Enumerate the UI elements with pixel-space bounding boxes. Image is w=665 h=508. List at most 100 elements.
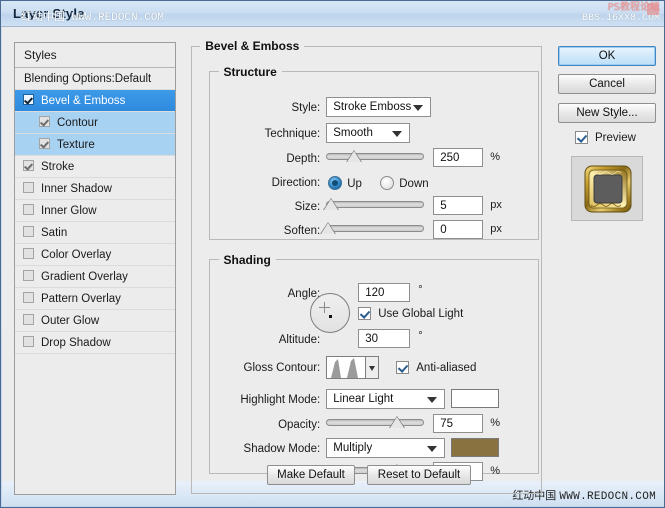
technique-dropdown-value: Smooth [333, 126, 373, 139]
checkbox-texture[interactable] [39, 138, 50, 149]
checkbox-color-overlay[interactable] [23, 248, 34, 259]
style-item-texture[interactable]: Texture [15, 134, 175, 156]
style-item-blending-options[interactable]: Blending Options:Default [15, 68, 175, 90]
shadow-mode-label: Shadow Mode: [243, 442, 321, 455]
watermark-square [647, 3, 659, 15]
checkbox-drop-shadow[interactable] [23, 336, 34, 347]
checkbox-contour[interactable] [39, 116, 50, 127]
angle-input[interactable]: 120 [358, 282, 411, 302]
style-item-stroke[interactable]: Stroke [15, 156, 175, 178]
anti-aliased-label: Anti-aliased [416, 361, 477, 374]
preview-label: Preview [595, 132, 636, 144]
chevron-down-icon [392, 130, 403, 137]
make-default-button[interactable]: Make Default [267, 465, 355, 485]
style-item-label: Satin [41, 227, 68, 239]
style-item-label: Bevel & Emboss [41, 95, 126, 107]
shadow-opacity-unit: % [490, 464, 501, 477]
anti-aliased-checkbox[interactable] [396, 360, 410, 374]
gloss-contour-preview[interactable] [326, 355, 367, 379]
shadow-color-swatch[interactable] [451, 437, 500, 457]
style-item-label: Texture [57, 139, 95, 151]
size-input[interactable]: 5 [433, 195, 484, 215]
watermark-title-cn: 红动中国 [21, 10, 65, 23]
checkbox-stroke[interactable] [23, 160, 34, 171]
preview-checkbox[interactable] [575, 131, 588, 144]
soften-slider-thumb[interactable] [320, 221, 337, 234]
dial-center-dot [329, 314, 333, 318]
direction-down-radio[interactable] [380, 175, 395, 190]
layer-style-dialog: Layer Style 红动中国 WWW.REDOCN.COM PS教程论坛 B… [0, 0, 665, 508]
highlight-opacity-slider-thumb[interactable] [389, 415, 406, 428]
bevel-emboss-legend: Bevel & Emboss [205, 39, 300, 53]
shadow-mode-dropdown[interactable]: Multiply [326, 437, 446, 458]
watermark-top-right: PS教程论坛 BBS.16XX8.COM [582, 2, 660, 24]
altitude-input[interactable]: 30 [358, 328, 411, 348]
shading-legend: Shading [223, 252, 271, 267]
size-slider-thumb[interactable] [323, 197, 340, 210]
style-item-gradient-overlay[interactable]: Gradient Overlay [15, 266, 175, 288]
checkbox-pattern-overlay[interactable] [23, 292, 34, 303]
highlight-color-swatch[interactable] [451, 388, 500, 408]
soften-slider-track[interactable] [326, 224, 425, 232]
style-item-bevel-emboss[interactable]: Bevel & Emboss [15, 90, 175, 112]
style-item-inner-shadow[interactable]: Inner Shadow [15, 178, 175, 200]
soften-unit: px [490, 222, 502, 235]
highlight-mode-dropdown[interactable]: Linear Light [326, 388, 446, 409]
new-style-button[interactable]: New Style... [558, 103, 656, 123]
style-item-satin[interactable]: Satin [15, 222, 175, 244]
checkbox-satin[interactable] [23, 226, 34, 237]
use-global-light-checkbox[interactable] [358, 306, 372, 320]
technique-label: Technique: [264, 127, 321, 140]
style-item-label: Drop Shadow [41, 337, 111, 349]
bevel-emboss-panel: Bevel & Emboss Structure Style: Stroke E… [191, 39, 542, 494]
depth-input[interactable]: 250 [433, 147, 484, 167]
preview-gold-frame-icon [584, 165, 632, 213]
direction-up-radio[interactable] [328, 175, 343, 190]
style-item-pattern-overlay[interactable]: Pattern Overlay [15, 288, 175, 310]
highlight-opacity-slider-track[interactable] [326, 418, 425, 426]
checkbox-inner-glow[interactable] [23, 204, 34, 215]
gloss-contour-dropdown-button[interactable] [366, 355, 380, 379]
crosshair-icon [319, 301, 331, 313]
checkbox-inner-shadow[interactable] [23, 182, 34, 193]
depth-unit: % [490, 150, 501, 163]
style-item-label: Pattern Overlay [41, 293, 121, 305]
angle-dial[interactable] [310, 292, 351, 333]
highlight-mode-label: Highlight Mode: [240, 393, 321, 406]
style-dropdown-value: Stroke Emboss [333, 100, 412, 113]
ok-button-label: OK [598, 50, 616, 62]
ok-button[interactable]: OK [558, 46, 656, 66]
new-style-button-label: New Style... [576, 107, 638, 119]
highlight-opacity-label: Opacity: [278, 418, 321, 431]
soften-input[interactable]: 0 [433, 219, 484, 239]
depth-label: Depth: [286, 152, 321, 165]
style-item-color-overlay[interactable]: Color Overlay [15, 244, 175, 266]
highlight-opacity-unit: % [490, 416, 501, 429]
depth-slider-track[interactable] [326, 152, 425, 160]
highlight-opacity-input[interactable]: 75 [433, 413, 484, 433]
make-default-label: Make Default [277, 469, 345, 481]
checkbox-gradient-overlay[interactable] [23, 270, 34, 281]
style-item-label: Stroke [41, 161, 75, 173]
style-item-label: Inner Glow [41, 205, 97, 217]
size-slider-track[interactable] [326, 200, 425, 208]
style-item-inner-glow[interactable]: Inner Glow [15, 200, 175, 222]
angle-label: Angle: [287, 287, 321, 300]
style-item-label: Contour [57, 117, 98, 129]
style-item-label: Color Overlay [41, 249, 112, 261]
style-item-contour[interactable]: Contour [15, 112, 175, 134]
checkbox-bevel-emboss[interactable] [23, 94, 34, 105]
styles-panel: Styles Blending Options:Default Bevel & … [14, 42, 176, 495]
reset-to-default-button[interactable]: Reset to Default [367, 465, 471, 485]
checkbox-outer-glow[interactable] [23, 314, 34, 325]
style-item-outer-glow[interactable]: Outer Glow [15, 310, 175, 332]
direction-down-label: Down [399, 177, 429, 190]
style-item-label: Gradient Overlay [41, 271, 128, 283]
cancel-button[interactable]: Cancel [558, 74, 656, 94]
chevron-down-icon [427, 396, 438, 403]
direction-up-label: Up [347, 177, 362, 190]
style-item-drop-shadow[interactable]: Drop Shadow [15, 332, 175, 354]
style-dropdown[interactable]: Stroke Emboss [326, 96, 432, 117]
technique-dropdown[interactable]: Smooth [326, 122, 411, 143]
depth-slider-thumb[interactable] [346, 149, 363, 162]
